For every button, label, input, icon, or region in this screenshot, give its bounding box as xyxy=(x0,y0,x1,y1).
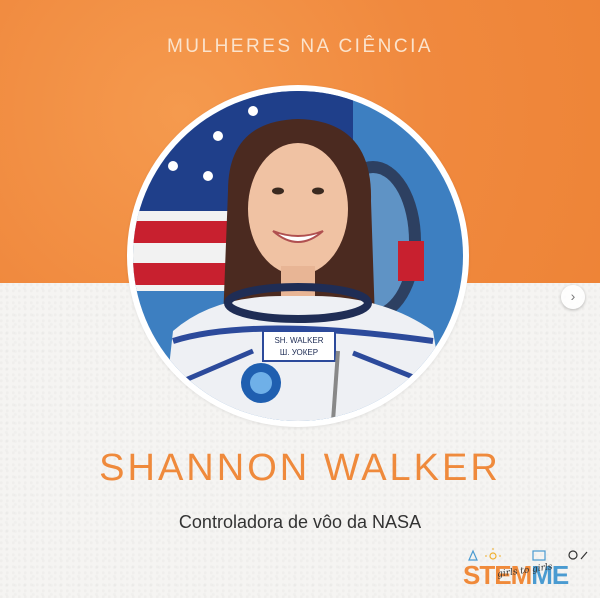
svg-text:Ш. УОКЕР: Ш. УОКЕР xyxy=(280,348,318,357)
person-role: Controladora de vôo da NASA xyxy=(178,512,422,532)
person-name: SHANNON WALKER xyxy=(99,447,501,489)
carousel-next-button[interactable]: › xyxy=(561,285,585,309)
stem-me-logo: STEMME girls to girls xyxy=(463,548,593,594)
heading: MULHERES NA CIÊNCIA xyxy=(166,36,434,57)
chevron-right-icon: › xyxy=(570,288,576,304)
svg-text:SH. WALKER: SH. WALKER xyxy=(274,336,323,345)
astronaut-portrait-image: SH. WALKER Ш. УОКЕР xyxy=(133,91,463,421)
profile-photo-frame: SH. WALKER Ш. УОКЕР xyxy=(127,85,469,427)
profile-photo: SH. WALKER Ш. УОКЕР xyxy=(133,91,463,421)
